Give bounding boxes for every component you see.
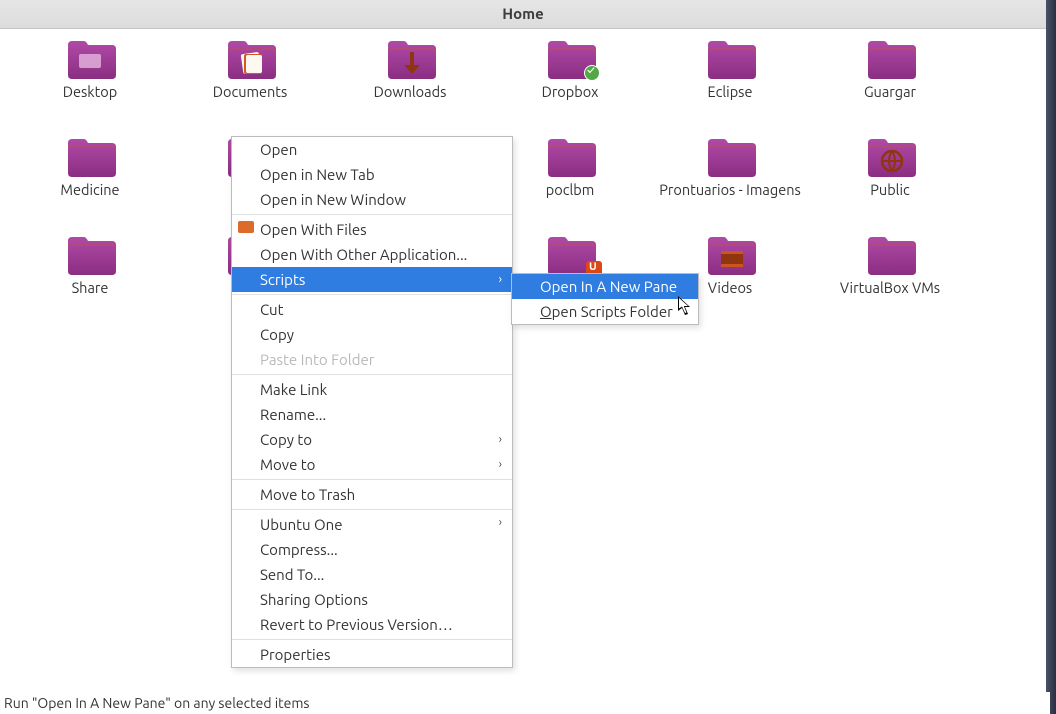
status-bar: Run "Open In A New Pane" on any selected…: [0, 692, 1050, 714]
submenu-open-in-a-new-pane[interactable]: Open In A New Pane: [512, 274, 698, 299]
menu-compress[interactable]: Compress...: [232, 537, 512, 562]
folder-eclipse[interactable]: Eclipse: [650, 37, 810, 101]
menu-item-label: Move to: [260, 456, 315, 473]
menu-item-label: Open in New Tab: [260, 166, 375, 183]
menu-item-label: Ubuntu One: [260, 516, 343, 533]
submenu-arrow-icon: ›: [499, 273, 502, 286]
folder-label: Prontuarios - Imagens: [650, 181, 810, 199]
folder-icon: [864, 37, 916, 79]
submenu-open-scripts-folder[interactable]: Open Scripts Folder: [512, 299, 698, 324]
context-menu[interactable]: Open Open in New Tab Open in New Window Ope…: [231, 136, 513, 668]
menu-item-label: Sharing Options: [260, 591, 368, 608]
menu-item-label: Paste Into Folder: [260, 351, 374, 368]
menu-sharing-options[interactable]: Sharing Options: [232, 587, 512, 612]
menu-item-label: Rename...: [260, 406, 326, 423]
folder-poclbm[interactable]: poclbm: [490, 135, 650, 199]
folder-icon: [704, 135, 756, 177]
menu-item-label: Send To...: [260, 566, 324, 583]
folder-icon: [64, 37, 116, 79]
folder-icon: [64, 135, 116, 177]
folder-icon: [544, 233, 596, 275]
folder-icon: [224, 37, 276, 79]
desktop-edge: [1046, 0, 1056, 714]
folder-label: VirtualBox VMs: [810, 279, 970, 297]
menu-item-label: Copy to: [260, 431, 312, 448]
menu-cut[interactable]: Cut: [232, 294, 512, 322]
folder-share[interactable]: Share: [10, 233, 170, 297]
folder-medicine[interactable]: Medicine: [10, 135, 170, 199]
menu-item-label: Open With Files: [260, 221, 367, 238]
folder-documents[interactable]: Documents: [170, 37, 330, 101]
menu-move-to-trash[interactable]: Move to Trash: [232, 479, 512, 507]
titlebar[interactable]: Home: [0, 0, 1046, 29]
folder-prontuarios-imagens[interactable]: Prontuarios - Imagens: [650, 135, 810, 199]
menu-item-label: Open Scripts Folder: [540, 303, 673, 320]
folder-icon: [864, 233, 916, 275]
files-icon: [238, 221, 254, 233]
file-manager-window: Home Desktop Documents Downloads Dropbox: [0, 0, 1046, 714]
menu-open-in-new-tab[interactable]: Open in New Tab: [232, 162, 512, 187]
menu-item-label: Open In A New Pane: [540, 278, 677, 295]
menu-item-label: Properties: [260, 646, 331, 663]
submenu-arrow-icon: ›: [499, 458, 502, 471]
menu-item-label: Open With Other Application...: [260, 246, 467, 263]
menu-open-with-files[interactable]: Open With Files: [232, 214, 512, 242]
sync-emblem-icon: [584, 65, 600, 81]
menu-item-label: Move to Trash: [260, 486, 355, 503]
menu-open-in-new-window[interactable]: Open in New Window: [232, 187, 512, 212]
menu-item-label: Open in New Window: [260, 191, 406, 208]
folder-guargar[interactable]: Guargar: [810, 37, 970, 101]
menu-item-label: Revert to Previous Version…: [260, 616, 453, 633]
menu-revert-to-previous-version[interactable]: Revert to Previous Version…: [232, 612, 512, 637]
menu-scripts[interactable]: Scripts ›: [232, 267, 512, 292]
menu-properties[interactable]: Properties: [232, 639, 512, 667]
submenu-arrow-icon: ›: [499, 516, 502, 529]
scripts-submenu[interactable]: Open In A New Pane Open Scripts Folder: [511, 273, 699, 325]
folder-label: Downloads: [330, 83, 490, 101]
menu-copy-to[interactable]: Copy to ›: [232, 427, 512, 452]
menu-paste-into-folder: Paste Into Folder: [232, 347, 512, 372]
folder-label: Medicine: [10, 181, 170, 199]
folder-label: Documents: [170, 83, 330, 101]
folder-desktop[interactable]: Desktop: [10, 37, 170, 101]
folder-label: Public: [810, 181, 970, 199]
menu-copy[interactable]: Copy: [232, 322, 512, 347]
folder-label: Guargar: [810, 83, 970, 101]
icon-view[interactable]: Desktop Documents Downloads Dropbox Ecli…: [0, 29, 1046, 690]
folder-downloads[interactable]: Downloads: [330, 37, 490, 101]
folder-label: poclbm: [490, 181, 650, 199]
menu-rename[interactable]: Rename...: [232, 402, 512, 427]
folder-icon: [384, 37, 436, 79]
window-title: Home: [502, 5, 543, 22]
folder-public[interactable]: Public: [810, 135, 970, 199]
folder-icon: [704, 233, 756, 275]
folder-label: Dropbox: [490, 83, 650, 101]
menu-item-label: Compress...: [260, 541, 338, 558]
menu-item-label: Copy: [260, 326, 294, 343]
folder-virtualbox-vms[interactable]: VirtualBox VMs: [810, 233, 970, 297]
folder-icon: [544, 135, 596, 177]
folder-label: Desktop: [10, 83, 170, 101]
folder-icon: [704, 37, 756, 79]
menu-item-label: Cut: [260, 301, 284, 318]
menu-make-link[interactable]: Make Link: [232, 374, 512, 402]
folder-icon: [864, 135, 916, 177]
menu-open-with-other-application[interactable]: Open With Other Application...: [232, 242, 512, 267]
menu-ubuntu-one[interactable]: Ubuntu One ›: [232, 509, 512, 537]
menu-item-label: Make Link: [260, 381, 327, 398]
menu-open[interactable]: Open: [232, 137, 512, 162]
folder-label: Eclipse: [650, 83, 810, 101]
menu-move-to[interactable]: Move to ›: [232, 452, 512, 477]
folder-label: Share: [10, 279, 170, 297]
folder-icon: [64, 233, 116, 275]
submenu-arrow-icon: ›: [499, 433, 502, 446]
menu-item-label: Open: [260, 141, 297, 158]
status-text: Run "Open In A New Pane" on any selected…: [4, 695, 310, 711]
folder-dropbox[interactable]: Dropbox: [490, 37, 650, 101]
folder-icon: [544, 37, 596, 79]
menu-send-to[interactable]: Send To...: [232, 562, 512, 587]
menu-item-label: Scripts: [260, 271, 305, 288]
